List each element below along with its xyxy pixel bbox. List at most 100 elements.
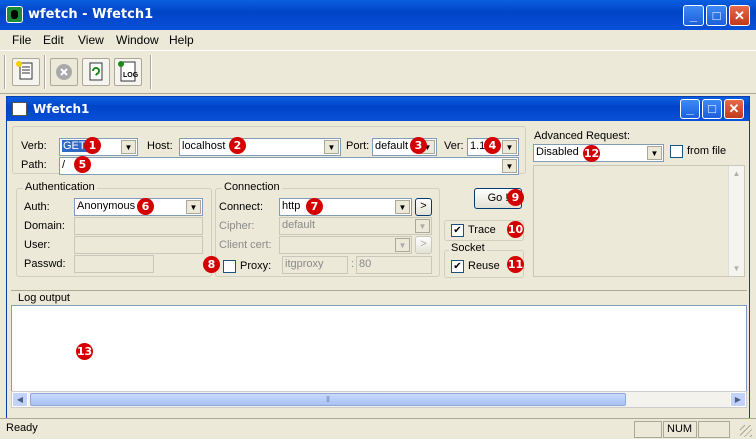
close-icon[interactable]: ✕ xyxy=(729,5,750,26)
menu-window[interactable]: Window xyxy=(116,33,159,47)
toolbar-separator xyxy=(150,55,152,89)
domain-label: Domain: xyxy=(24,220,65,232)
proxy-port-field[interactable]: 80 xyxy=(356,256,432,274)
user-field[interactable] xyxy=(74,236,203,254)
log-output-label: Log output xyxy=(18,292,70,304)
badge-13: 13 xyxy=(76,343,93,360)
proxy-separator: : xyxy=(351,258,355,270)
from-file-label: from file xyxy=(687,145,727,157)
cipher-value: default xyxy=(282,219,316,231)
user-label: User: xyxy=(24,239,51,251)
socket-group-label: Socket xyxy=(449,242,487,254)
reuse-checkbox[interactable]: ✔ xyxy=(451,260,464,273)
connect-label: Connect: xyxy=(219,201,264,213)
menu-view[interactable]: View xyxy=(78,33,104,47)
host-select[interactable]: localhost ▼ xyxy=(179,138,341,156)
app-icon[interactable] xyxy=(6,6,23,23)
log-output-area[interactable] xyxy=(11,305,747,403)
badge-7: 7 xyxy=(306,198,323,215)
cipher-select[interactable]: default ▼ xyxy=(279,217,432,235)
toolbar-separator xyxy=(44,55,46,89)
chevron-down-icon[interactable]: ▼ xyxy=(395,200,410,214)
log-horizontal-scrollbar[interactable]: ◀ ⦀ ▶ xyxy=(11,391,747,408)
child-minimize-icon[interactable]: _ xyxy=(680,99,700,119)
child-title-bar: Wfetch1 _ □ ✕ xyxy=(7,97,749,121)
password-field[interactable] xyxy=(74,255,154,273)
connect-select[interactable]: http ▼ xyxy=(279,198,412,216)
proxy-checkbox[interactable] xyxy=(223,260,236,273)
scroll-right-icon[interactable]: ▶ xyxy=(730,392,746,407)
verb-value: GET xyxy=(62,140,87,152)
chevron-down-icon: ▼ xyxy=(415,219,430,233)
menu-file[interactable]: File xyxy=(12,33,31,47)
from-file-checkbox[interactable] xyxy=(670,145,683,158)
badge-6: 6 xyxy=(137,198,154,215)
connect-options-button[interactable]: > xyxy=(415,198,432,216)
child-close-icon[interactable]: ✕ xyxy=(724,99,744,119)
badge-5: 5 xyxy=(74,156,91,173)
path-combo[interactable]: / ▼ xyxy=(59,157,519,175)
status-bar: Ready NUM xyxy=(0,418,756,439)
trace-checkbox[interactable]: ✔ xyxy=(451,224,464,237)
child-window: Wfetch1 _ □ ✕ Verb: GET ▼ Host: localhost… xyxy=(6,96,750,420)
chevron-down-icon[interactable]: ▼ xyxy=(502,159,517,173)
auth-label: Auth: xyxy=(24,201,50,213)
scroll-thumb[interactable]: ⦀ xyxy=(30,393,626,406)
path-label: Path: xyxy=(21,159,47,171)
port-select[interactable]: default ▼ xyxy=(372,138,437,156)
menu-help[interactable]: Help xyxy=(169,33,194,47)
chevron-down-icon[interactable]: ▼ xyxy=(324,140,339,154)
proxy-host-field[interactable]: itgproxy xyxy=(282,256,348,274)
badge-4: 4 xyxy=(484,137,501,154)
resize-grip-icon[interactable] xyxy=(740,425,752,437)
badge-3: 3 xyxy=(410,137,427,154)
advanced-request-label: Advanced Request: xyxy=(534,130,631,142)
stop-icon[interactable] xyxy=(50,58,78,86)
status-pane-scrl xyxy=(698,421,730,438)
domain-field[interactable] xyxy=(74,217,203,235)
status-text: Ready xyxy=(6,422,38,434)
scroll-down-icon[interactable]: ▼ xyxy=(729,261,744,276)
chevron-down-icon: ▼ xyxy=(395,238,410,252)
new-log-icon[interactable]: LOG xyxy=(114,58,142,86)
log-header: Log output xyxy=(11,290,747,306)
ver-value: 1.1 xyxy=(470,140,486,152)
verb-label: Verb: xyxy=(21,140,47,152)
menu-edit[interactable]: Edit xyxy=(43,33,64,47)
proxy-host-value: itgproxy xyxy=(285,258,324,270)
client-cert-options-button[interactable]: > xyxy=(415,236,432,254)
advanced-scrollbar[interactable]: ▲ ▼ xyxy=(728,166,744,276)
maximize-icon[interactable]: □ xyxy=(706,5,727,26)
chevron-down-icon[interactable]: ▼ xyxy=(502,140,517,154)
child-maximize-icon[interactable]: □ xyxy=(702,99,722,119)
refresh-icon[interactable] xyxy=(82,58,110,86)
scroll-up-icon[interactable]: ▲ xyxy=(729,166,744,181)
chevron-down-icon[interactable]: ▼ xyxy=(121,140,136,154)
advanced-request-value: Disabled xyxy=(536,146,579,158)
status-pane-caps xyxy=(634,421,662,438)
client-cert-label: Client cert: xyxy=(219,239,272,251)
svg-text:LOG: LOG xyxy=(123,72,139,79)
client-cert-select[interactable]: ▼ xyxy=(279,236,412,254)
status-pane-num: NUM xyxy=(663,421,697,438)
chevron-down-icon[interactable]: ▼ xyxy=(647,146,662,160)
menu-bar: File Edit View Window Help xyxy=(0,30,756,50)
authentication-group-label: Authentication xyxy=(23,181,97,193)
badge-10: 10 xyxy=(507,221,524,238)
proxy-port-value: 80 xyxy=(359,258,372,270)
badge-1: 1 xyxy=(84,137,101,154)
new-document-icon[interactable] xyxy=(12,58,40,86)
path-value: / xyxy=(62,159,66,171)
port-label: Port: xyxy=(346,140,370,152)
badge-8: 8 xyxy=(203,256,220,273)
port-value: default xyxy=(375,140,409,152)
minimize-icon[interactable]: _ xyxy=(683,5,704,26)
scroll-left-icon[interactable]: ◀ xyxy=(12,392,28,407)
advanced-request-text[interactable]: ▲ ▼ xyxy=(533,165,745,277)
toolbar-grip xyxy=(4,55,6,89)
child-window-icon[interactable] xyxy=(12,102,27,116)
badge-9: 9 xyxy=(507,189,524,206)
chevron-down-icon[interactable]: ▼ xyxy=(186,200,201,214)
auth-value: Anonymous xyxy=(77,200,136,212)
ver-label: Ver: xyxy=(444,140,464,152)
